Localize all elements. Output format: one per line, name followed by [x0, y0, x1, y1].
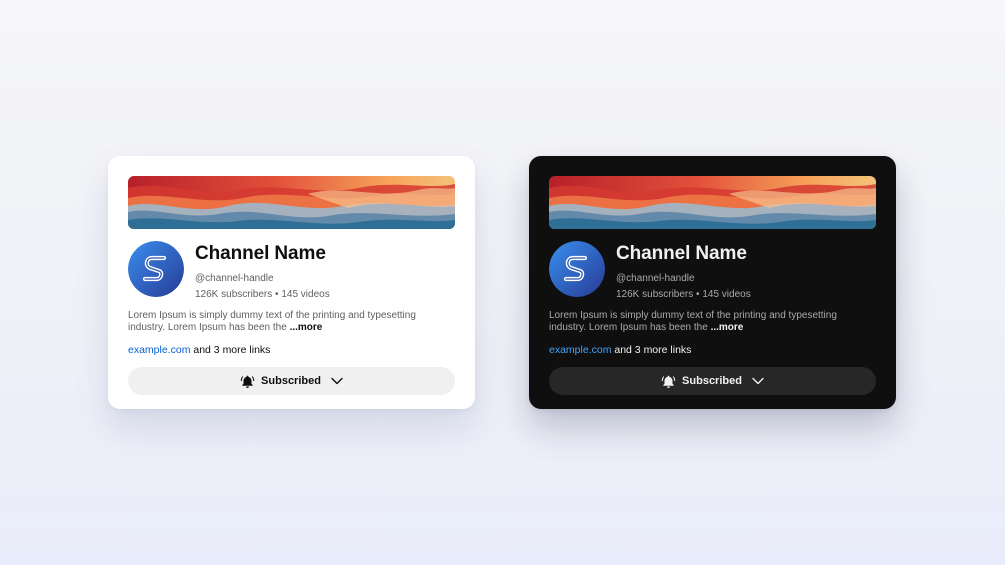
channel-name[interactable]: Channel Name [195, 242, 330, 265]
more-link[interactable]: ...more [711, 322, 744, 333]
channel-stats: 126K subscribers • 145 videos [616, 289, 751, 300]
channel-links: example.com and 3 more links [128, 344, 455, 357]
bell-icon [661, 375, 676, 388]
description-text: Lorem Ipsum is simply dummy text of the … [128, 310, 416, 333]
channel-avatar[interactable] [128, 241, 184, 297]
channel-handle: @channel-handle [195, 273, 274, 284]
bell-icon [240, 375, 255, 388]
subscribed-button[interactable]: Subscribed [549, 367, 876, 395]
channel-card-dark: Channel Name @channel-handle 126K subscr… [529, 156, 896, 409]
subscribed-label: Subscribed [261, 375, 321, 387]
subscribed-button[interactable]: Subscribed [128, 367, 455, 395]
channel-card-light: Channel Name @channel-handle 126K subscr… [108, 156, 475, 409]
website-link[interactable]: example.com [128, 344, 190, 356]
more-links-text[interactable]: and 3 more links [190, 344, 270, 356]
channel-name[interactable]: Channel Name [616, 242, 751, 265]
channel-banner [128, 176, 455, 229]
channel-avatar[interactable] [549, 241, 605, 297]
channel-description: Lorem Ipsum is simply dummy text of the … [128, 310, 455, 334]
more-link[interactable]: ...more [290, 322, 323, 333]
channel-banner [549, 176, 876, 229]
website-link[interactable]: example.com [549, 344, 611, 356]
more-links-text[interactable]: and 3 more links [611, 344, 691, 356]
description-text: Lorem Ipsum is simply dummy text of the … [549, 310, 837, 333]
channel-stats: 126K subscribers • 145 videos [195, 289, 330, 300]
subscribed-label: Subscribed [682, 375, 742, 387]
channel-links: example.com and 3 more links [549, 344, 876, 357]
channel-description: Lorem Ipsum is simply dummy text of the … [549, 310, 876, 334]
chevron-down-icon [331, 377, 343, 385]
channel-handle: @channel-handle [616, 273, 695, 284]
chevron-down-icon [752, 377, 764, 385]
